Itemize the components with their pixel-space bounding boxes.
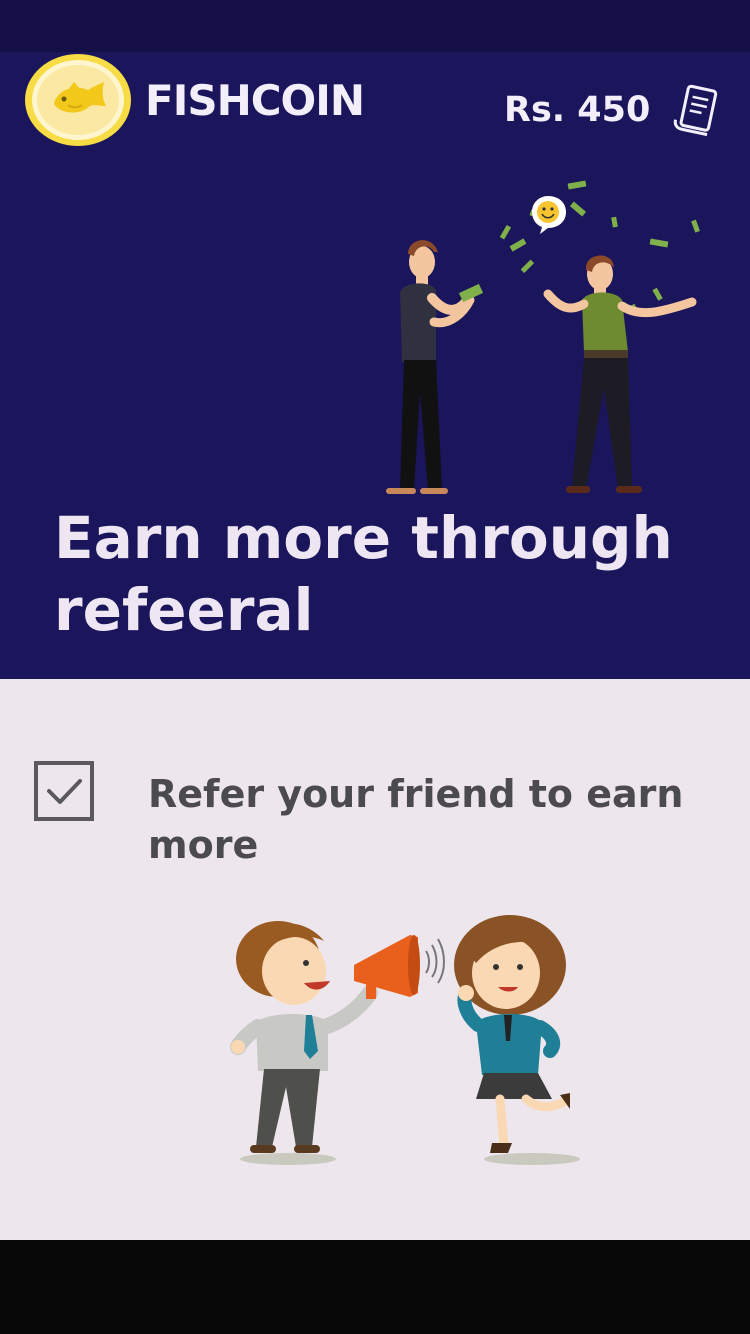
receipt-icon [673,84,718,137]
refer-section: Refer your friend to earn more [0,679,750,1240]
refer-checkbox[interactable] [34,761,94,821]
receipt-button[interactable] [672,84,722,137]
refer-description: Refer your friend to earn more [148,772,684,867]
hero-headline: Earn more through refeeral [54,504,673,644]
megaphone-referral-illustration [230,915,580,1165]
status-bar [0,0,750,52]
friends-sharing-money-illustration [386,180,700,494]
gold-fish-coin-icon [25,54,131,146]
navigation-bar [0,1240,750,1334]
wallet-balance[interactable]: Rs. 450 [504,88,650,132]
fishcoin-logo[interactable] [24,52,132,147]
brand-name: FISHCOIN [145,76,365,125]
checkmark-icon [34,761,94,821]
hero-banner: FISHCOIN Rs. 450 Earn more through refee… [0,52,750,679]
